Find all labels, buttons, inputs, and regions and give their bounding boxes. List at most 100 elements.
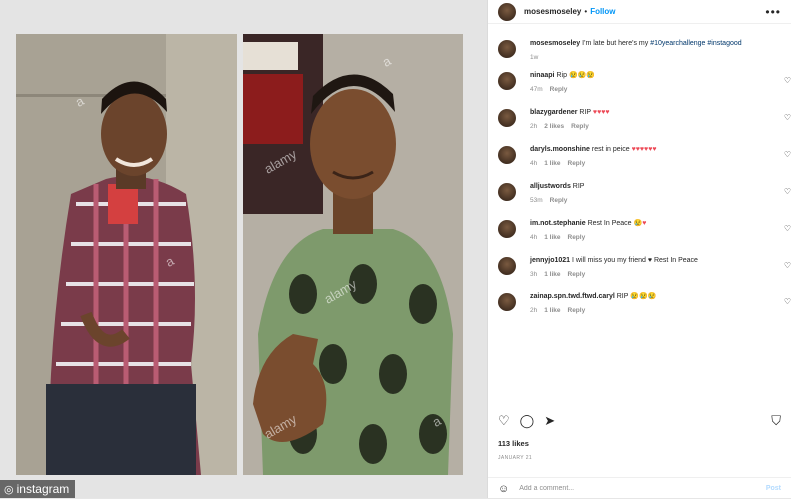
speech-bubble-icon[interactable]: ◯ [520,413,535,429]
like-count[interactable]: 113 likes [498,439,529,448]
comment-likes[interactable]: 1 like [544,234,560,241]
reply-button[interactable]: Reply [568,234,586,241]
caption-hashtags[interactable]: #10yearchallenge #instagood [650,40,741,47]
avatar[interactable] [498,293,516,311]
caption-body: I'm late but here's my [582,40,651,47]
comment-age: 53m [530,197,543,204]
heart-outline-icon[interactable]: ♡ [784,261,791,270]
portrait-man-thumbs-up [243,34,463,475]
comment-text: jennyjo1021 I will miss you my friend ♥ … [530,255,767,266]
add-comment-input[interactable] [517,484,766,493]
comment-text: zainap.spn.twd.ftwd.caryl RIP 😢😢😢 [530,291,767,302]
separator-dot: • [584,7,588,16]
comment-meta: 47m Reply [530,86,767,93]
heart-outline-icon[interactable]: ♡ [784,150,791,159]
comment-row: jennyjo1021 I will miss you my friend ♥ … [498,255,791,278]
comment-username[interactable]: zainap.spn.twd.ftwd.caryl [530,293,615,300]
author-username[interactable]: mosesmoseley [524,7,581,16]
avatar[interactable] [498,220,516,238]
paper-plane-icon[interactable]: ➤ [544,413,555,429]
caption-username[interactable]: mosesmoseley [530,40,580,47]
comment-likes[interactable]: 1 like [544,160,560,167]
reply-button[interactable]: Reply [568,160,586,167]
bookmark-icon[interactable]: ⛉ [771,413,781,429]
avatar[interactable] [498,109,516,127]
more-options-icon[interactable]: ••• [765,5,781,19]
caption-age: 1w [530,54,539,61]
comment-username[interactable]: blazygardener [530,109,577,116]
comment-text: ninaapi Rip 😢😢😢 [530,70,767,81]
post-media: a a alamy alamy alamy a a ◎ instagram [0,0,487,498]
smiley-icon[interactable]: ☺ [498,483,509,495]
comment-meta: 4h 1 like Reply [530,234,767,241]
avatar[interactable] [498,183,516,201]
comment-meta: 4h 1 like Reply [530,160,767,167]
caption: mosesmoseley I'm late but here's my #10y… [498,38,791,61]
reply-button[interactable]: Reply [568,271,586,278]
comment-likes[interactable]: 1 like [544,307,560,314]
comment-emoji: 😢😢😢 [630,293,657,300]
photo-before: a a [16,34,237,475]
portrait-young-man-plaid-shirt [16,34,237,475]
comment-text: blazygardener RIP ♥♥♥♥ [530,107,767,118]
comment-username[interactable]: alljustwords [530,183,571,190]
reply-button[interactable]: Reply [568,307,586,314]
comment-meta: 2h 2 likes Reply [530,123,767,130]
comment-body: Rip [556,72,567,79]
avatar[interactable] [498,40,516,58]
comment-username[interactable]: ninaapi [530,72,555,79]
reply-button[interactable]: Reply [550,197,568,204]
comment-row: im.not.stephanie Rest In Peace 😢♥ 4h 1 lik… [498,218,791,241]
reply-button[interactable]: Reply [571,123,589,130]
comment-meta: 53m Reply [530,197,767,204]
comment-likes[interactable]: 2 likes [544,123,564,130]
comment-age: 47m [530,86,543,93]
photo-after: alamy alamy alamy a a [243,34,463,475]
comment-row: alljustwords RIP 53m Reply ♡ [498,181,791,204]
comment-age: 2h [530,307,538,314]
avatar[interactable] [498,2,516,21]
heart-outline-icon[interactable]: ♡ [498,413,510,429]
caption-text: mosesmoseley I'm late but here's my #10y… [530,38,767,49]
post-button[interactable]: Post [766,485,781,492]
post-date: JANUARY 21 [498,455,533,461]
reply-button[interactable]: Reply [550,86,568,93]
comment-username[interactable]: daryls.moonshine [530,146,590,153]
comment-likes[interactable]: 1 like [544,271,560,278]
comment-row: zainap.spn.twd.ftwd.caryl RIP 😢😢😢 2h 1 lik… [498,291,791,314]
heart-outline-icon[interactable]: ♡ [784,113,791,122]
credit-text: instagram [16,482,70,496]
heart-outline-icon[interactable]: ♡ [784,297,791,306]
comment-body: RIP [616,293,629,300]
avatar[interactable] [498,146,516,164]
avatar[interactable] [498,257,516,275]
comment-emoji: ♥♥♥♥ [592,109,610,116]
comment-age: 3h [530,271,538,278]
action-bar: ♡ ◯ ➤ ⛉ [498,411,781,431]
comment-age: 2h [530,123,538,130]
heart-outline-icon[interactable]: ♡ [784,224,791,233]
comments-list[interactable]: mosesmoseley I'm late but here's my #10y… [488,38,791,408]
comment-username[interactable]: im.not.stephanie [530,220,586,227]
instagram-icon: ◎ [4,483,14,496]
comment-body: RIP [572,183,585,190]
heart-outline-icon[interactable]: ♡ [784,76,791,85]
comment-username[interactable]: jennyjo1021 [530,257,570,264]
comment-emoji: ♥♥♥♥♥♥ [631,146,657,153]
comment-body: I will miss you my friend ♥ Rest In Peac… [572,257,698,264]
comment-emoji: 😢♥ [633,220,647,227]
comment-row: blazygardener RIP ♥♥♥♥ 2h 2 likes Reply ♡ [498,107,791,130]
post-header: mosesmoseley • Follow ••• [488,0,791,24]
comment-meta: 3h 1 like Reply [530,271,767,278]
comment-age: 4h [530,234,538,241]
comment-text: alljustwords RIP [530,181,767,192]
comment-row: daryls.moonshine rest in peice ♥♥♥♥♥♥ 4h 1… [498,144,791,167]
post-sidebar: mosesmoseley • Follow ••• mosesmoseley I… [487,0,791,498]
caption-meta: 1w [530,54,767,61]
follow-button[interactable]: Follow [590,7,615,16]
comment-text: im.not.stephanie Rest In Peace 😢♥ [530,218,767,229]
avatar[interactable] [498,72,516,90]
comment-age: 4h [530,160,538,167]
heart-outline-icon[interactable]: ♡ [784,187,791,196]
comment-text: daryls.moonshine rest in peice ♥♥♥♥♥♥ [530,144,767,155]
